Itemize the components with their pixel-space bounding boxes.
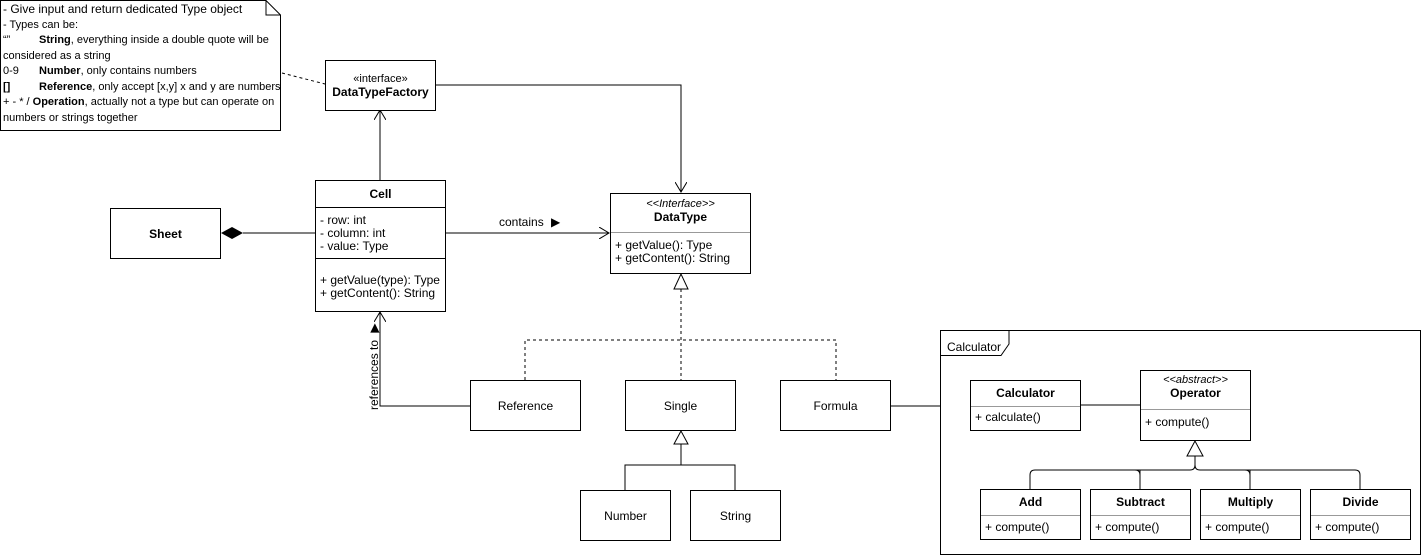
class-name: Sheet — [149, 226, 182, 241]
class-divide[interactable]: Divide + compute() — [1310, 489, 1411, 540]
note-line-text: , only accept [x,y] x and y are numbers — [92, 80, 281, 93]
note-line: 0-9 Number, only contains numbers — [3, 64, 281, 80]
class-name: Cell — [369, 187, 392, 201]
class-method: + getContent(): String — [615, 251, 731, 265]
composition-diamond-icon — [221, 227, 243, 239]
class-method: + compute() — [1205, 520, 1270, 534]
note-line: “” String, everything inside a double quo… — [3, 33, 281, 49]
class-method: + compute() — [1315, 520, 1380, 534]
note-line-text: , actually not a type but can operate on — [84, 96, 275, 108]
class-name: String — [719, 508, 752, 523]
class-operator[interactable]: <<abstract>> Operator + compute() — [1140, 370, 1251, 441]
note-link — [281, 72, 326, 85]
note-line-text: - Give input and return dedicated Type o… — [3, 2, 243, 16]
single-generalization-lines-right — [681, 464, 736, 490]
note-line: - Give input and return dedicated Type o… — [3, 2, 281, 18]
reference-to-cell-association — [380, 312, 470, 407]
label-text: contains — [499, 215, 544, 229]
class-methods: + getValue(): Type + getContent(): Strin… — [611, 232, 750, 265]
class-method: + calculate() — [975, 410, 1041, 424]
class-name: Multiply — [1227, 495, 1274, 509]
class-attributes: - row: int - column: int - value: Type — [316, 207, 445, 258]
note-line-prefix: 0-9 — [3, 65, 19, 77]
class-methods: + compute() — [1091, 515, 1190, 534]
class-sheet[interactable]: Sheet — [110, 208, 221, 259]
class-datatype[interactable]: <<Interface>> DataType + getValue(): Typ… — [610, 193, 751, 274]
single-generalization-lines — [624, 444, 682, 490]
class-add[interactable]: Add + compute() — [980, 489, 1081, 540]
class-methods: + getValue(type): Type + getContent(): S… — [316, 258, 445, 300]
note-line: - Types can be: — [3, 18, 281, 34]
class-calculator[interactable]: Calculator + calculate() — [970, 380, 1081, 431]
note-line: numbers or strings together — [3, 111, 281, 127]
class-name: Operator — [1170, 386, 1221, 400]
class-methods: + compute() — [1201, 515, 1300, 534]
note-line: + - * / Operation, actually not a type b… — [3, 95, 281, 111]
class-methods: + calculate() — [971, 406, 1080, 424]
association-label-contains: contains ▶ — [499, 215, 560, 229]
note-line-keyword: Operation — [32, 96, 85, 108]
class-number[interactable]: Number — [580, 490, 671, 541]
class-datatypefactory[interactable]: «interface» DataTypeFactory — [325, 60, 436, 111]
class-formula[interactable]: Formula — [780, 380, 891, 431]
class-method: + getContent(): String — [320, 286, 436, 300]
class-stereotype: <<Interface>> — [646, 198, 715, 210]
class-name: Calculator — [996, 386, 1055, 400]
note-line-keyword: String — [39, 34, 71, 46]
class-method: + compute() — [985, 520, 1050, 534]
note-line-prefix: + - * / — [3, 96, 30, 108]
class-method: + compute() — [1145, 415, 1210, 429]
class-header: <<Interface>> DataType — [611, 194, 750, 232]
frame-label: Calculator — [947, 340, 1002, 354]
class-stereotype: <<abstract>> — [1163, 374, 1228, 386]
note-line-text: considered as a string — [3, 49, 111, 62]
direction-arrow-icon: ▶ — [551, 215, 561, 229]
note-line-prefix: “” — [3, 34, 11, 46]
class-multiply[interactable]: Multiply + compute() — [1200, 489, 1301, 540]
class-name: Number — [604, 508, 647, 523]
class-header: <<abstract>> Operator — [1141, 371, 1250, 409]
class-name: DataTypeFactory — [332, 84, 429, 99]
class-string[interactable]: String — [690, 490, 781, 541]
class-name: Add — [1018, 495, 1043, 509]
association-label-references-to: references to ▶ — [367, 323, 381, 410]
class-method: + compute() — [1095, 520, 1160, 534]
note-line-keyword: Reference — [39, 80, 93, 93]
realization-triangle-icon — [673, 272, 689, 290]
generalization-triangle-icon — [673, 429, 689, 445]
class-name: DataType — [653, 210, 708, 224]
class-name: Divide — [1342, 495, 1379, 509]
class-name: Reference — [497, 398, 554, 413]
note-line-text: , everything inside a double quote will … — [70, 34, 269, 46]
factory-to-datatype-association — [436, 84, 681, 192]
class-methods: + compute() — [981, 515, 1080, 534]
note-text: - Give input and return dedicated Type o… — [3, 2, 281, 126]
note-line-prefix: [] — [3, 80, 11, 93]
note-line-text: - Types can be: — [3, 18, 79, 31]
note-line: considered as a string — [3, 49, 281, 65]
class-methods: + compute() — [1311, 515, 1410, 534]
class-reference[interactable]: Reference — [470, 380, 581, 431]
class-single[interactable]: Single — [625, 380, 736, 431]
direction-arrow-icon: ▶ — [367, 323, 381, 333]
note-line: [] Reference, only accept [x,y] x and y a… — [3, 80, 281, 96]
class-name: Formula — [813, 398, 858, 413]
note-line-text: numbers or strings together — [3, 111, 138, 124]
class-methods: + compute() — [1141, 409, 1250, 429]
note-line-keyword: Number — [39, 65, 81, 77]
class-name: Subtract — [1116, 495, 1165, 509]
class-subtract[interactable]: Subtract + compute() — [1090, 489, 1191, 540]
class-cell[interactable]: Cell - row: int - column: int - value: T… — [315, 180, 446, 312]
note-line-text: , only contains numbers — [80, 65, 197, 77]
note: - Give input and return dedicated Type o… — [0, 0, 281, 131]
class-attribute: - value: Type — [320, 239, 389, 253]
class-name: Single — [663, 398, 698, 413]
class-stereotype: «interface» — [353, 72, 408, 85]
label-text: references to — [367, 339, 381, 410]
